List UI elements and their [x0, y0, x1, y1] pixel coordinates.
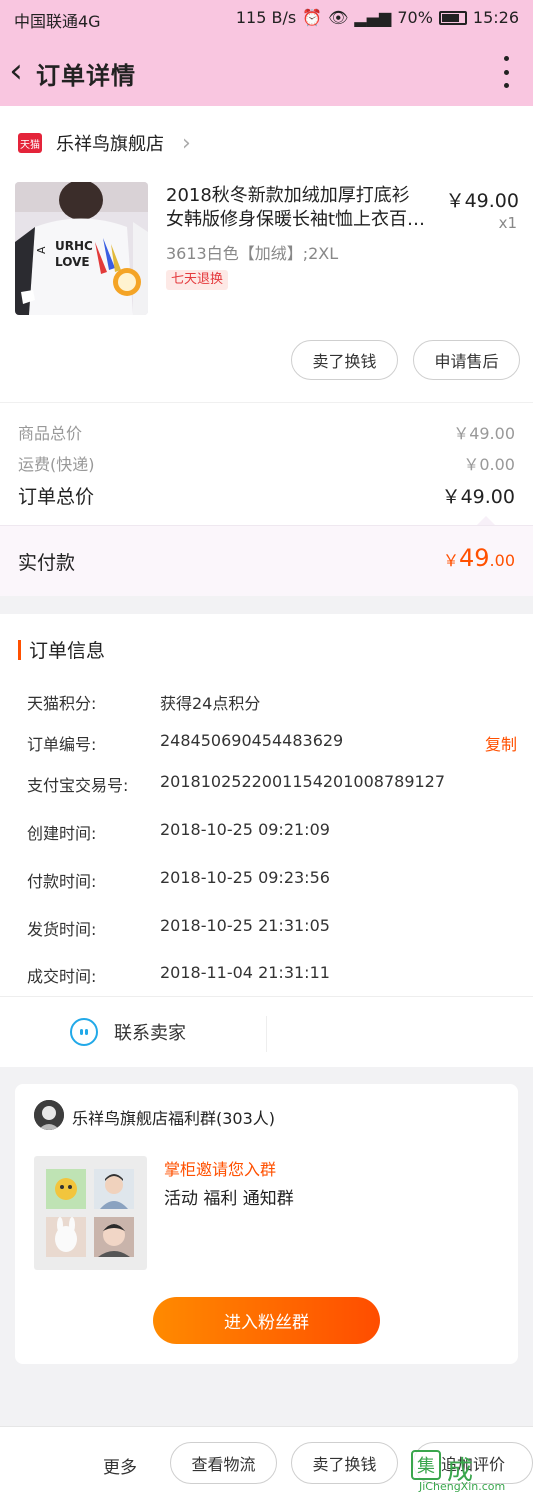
battery-percent: 70% — [397, 8, 433, 27]
more-button[interactable]: 更多 — [103, 1453, 137, 1478]
shipping-label: 运费(快递) — [18, 455, 95, 474]
member-avatar — [46, 1217, 86, 1257]
order-info-title: 订单信息 — [18, 636, 105, 663]
info-label: 天猫积分: — [27, 694, 97, 713]
amount-paid-box: 实付款 ￥49.00 — [0, 525, 533, 596]
sell-for-cash-bottom-button[interactable]: 卖了换钱 — [291, 1442, 398, 1484]
product-price: ￥49.00 — [445, 190, 519, 212]
contact-seller-label: 联系卖家 — [114, 1023, 186, 1044]
clock: 15:26 — [472, 8, 519, 27]
order-total-row: 订单总价 ￥49.00 — [18, 482, 515, 509]
product-quantity: x1 — [498, 214, 517, 232]
info-value: 2018-10-25 09:23:56 — [160, 868, 330, 887]
info-value: 2018-10-25 21:31:05 — [160, 916, 330, 935]
eye-icon: 👁 — [328, 8, 349, 27]
currency-symbol: ￥ — [442, 551, 459, 570]
amount-decimal: .00 — [489, 551, 515, 570]
watermark-site: JiChengXin.com — [419, 1480, 506, 1493]
shop-link[interactable]: 天猫 乐祥鸟旗舰店 › — [18, 128, 191, 158]
more-options-icon[interactable] — [499, 56, 513, 88]
group-tags: 活动 福利 通知群 — [164, 1189, 294, 1209]
info-value: 2018102522001154201008789127 — [160, 772, 446, 791]
amount-paid-label: 实付款 — [18, 552, 76, 574]
info-label: 创建时间: — [27, 824, 97, 843]
order-total-label: 订单总价 — [18, 486, 95, 508]
info-value: 248450690454483629 — [160, 731, 344, 750]
shipping-value: ￥0.00 — [463, 455, 515, 474]
order-total-value: ￥49.00 — [441, 486, 515, 508]
notch-decoration — [477, 516, 495, 525]
info-label: 支付宝交易号: — [27, 776, 129, 795]
svg-text:LOVE: LOVE — [55, 255, 90, 269]
group-avatar — [34, 1100, 64, 1130]
return-policy-badge: 七天退换 — [166, 270, 229, 290]
group-name: 乐祥鸟旗舰店福利群(303人) — [72, 1109, 276, 1128]
product-title-line2: 女韩版修身保暖长袖t恤上衣百… — [166, 209, 426, 230]
order-info-heading: 订单信息 — [29, 640, 106, 662]
info-label: 成交时间: — [27, 967, 97, 986]
shop-name: 乐祥鸟旗舰店 — [56, 134, 164, 155]
join-fan-group-button[interactable]: 进入粉丝群 — [153, 1297, 380, 1344]
amount-integer: 49 — [459, 544, 490, 572]
accent-bar — [18, 639, 21, 660]
chevron-right-icon: › — [182, 130, 191, 156]
info-label: 发货时间: — [27, 920, 97, 939]
carrier-label: 中国联通4G — [14, 12, 101, 31]
product-card: 天猫 乐祥鸟旗舰店 › A URHC LOVE 2018秋冬新款加绒加厚打底衫 … — [0, 106, 533, 596]
back-arrow-icon[interactable]: ‹ — [2, 52, 30, 92]
site-watermark: 集 成 JiChengXin.com — [409, 1448, 529, 1500]
member-avatar — [94, 1169, 134, 1209]
goods-total-label: 商品总价 — [18, 424, 83, 443]
divider — [0, 402, 533, 403]
member-avatar — [46, 1169, 86, 1209]
order-info-section: 订单信息 天猫积分: 获得24点积分 订单编号: 248450690454483… — [0, 614, 533, 1067]
chat-smile-icon — [70, 1018, 98, 1046]
network-speed: 115 B/s — [235, 8, 297, 27]
view-logistics-button[interactable]: 查看物流 — [170, 1442, 277, 1484]
member-avatar — [94, 1217, 134, 1257]
sell-for-cash-button[interactable]: 卖了换钱 — [291, 340, 398, 380]
goods-total-value: ￥49.00 — [453, 424, 515, 443]
status-bar: 中国联通4G 115 B/s ⏰ 👁 ▂▄▆ 70% 15:26 — [0, 0, 533, 36]
battery-icon — [438, 10, 467, 25]
shipping-row: 运费(快递) ￥0.00 — [18, 451, 515, 475]
after-sales-button[interactable]: 申请售后 — [413, 340, 520, 380]
watermark-logo: 集 — [411, 1450, 441, 1480]
product-title[interactable]: 2018秋冬新款加绒加厚打底衫 女韩版修身保暖长袖t恤上衣百… — [166, 184, 436, 232]
contact-seller-button[interactable]: 联系卖家 — [70, 1018, 186, 1046]
top-bar: 中国联通4G 115 B/s ⏰ 👁 ▂▄▆ 70% 15:26 ‹ 订单详情 — [0, 0, 533, 106]
status-right: 115 B/s ⏰ 👁 ▂▄▆ 70% 15:26 — [236, 8, 519, 27]
divider — [0, 996, 533, 997]
product-title-line1: 2018秋冬新款加绒加厚打底衫 — [166, 185, 410, 206]
svg-text:URHC: URHC — [55, 239, 93, 253]
page-header: ‹ 订单详情 — [0, 44, 533, 100]
info-value: 2018-10-25 09:21:09 — [160, 820, 330, 839]
page-title: 订单详情 — [36, 62, 136, 90]
info-label: 订单编号: — [27, 735, 97, 754]
tmall-icon: 天猫 — [18, 133, 42, 153]
signal-icon: ▂▄▆ — [354, 8, 392, 27]
product-image[interactable]: A URHC LOVE — [15, 182, 148, 315]
group-invite-text: 掌柜邀请您入群 — [164, 1160, 277, 1179]
svg-text:A: A — [35, 246, 48, 254]
info-value: 2018-11-04 21:31:11 — [160, 963, 330, 982]
fan-group-card: 乐祥鸟旗舰店福利群(303人) 掌柜邀请您入群 活动 福利 通知群 进入粉丝群 — [15, 1084, 518, 1364]
product-sku: 3613白色【加绒】;2XL — [166, 244, 339, 263]
goods-total-row: 商品总价 ￥49.00 — [18, 420, 515, 444]
copy-order-number-button[interactable]: 复制 — [485, 731, 517, 755]
vertical-divider — [266, 1016, 267, 1052]
group-member-avatars — [34, 1156, 147, 1270]
info-label: 付款时间: — [27, 872, 97, 891]
amount-paid-value: ￥49.00 — [443, 544, 515, 572]
alarm-icon: ⏰ — [302, 8, 323, 27]
info-value: 获得24点积分 — [160, 694, 261, 713]
